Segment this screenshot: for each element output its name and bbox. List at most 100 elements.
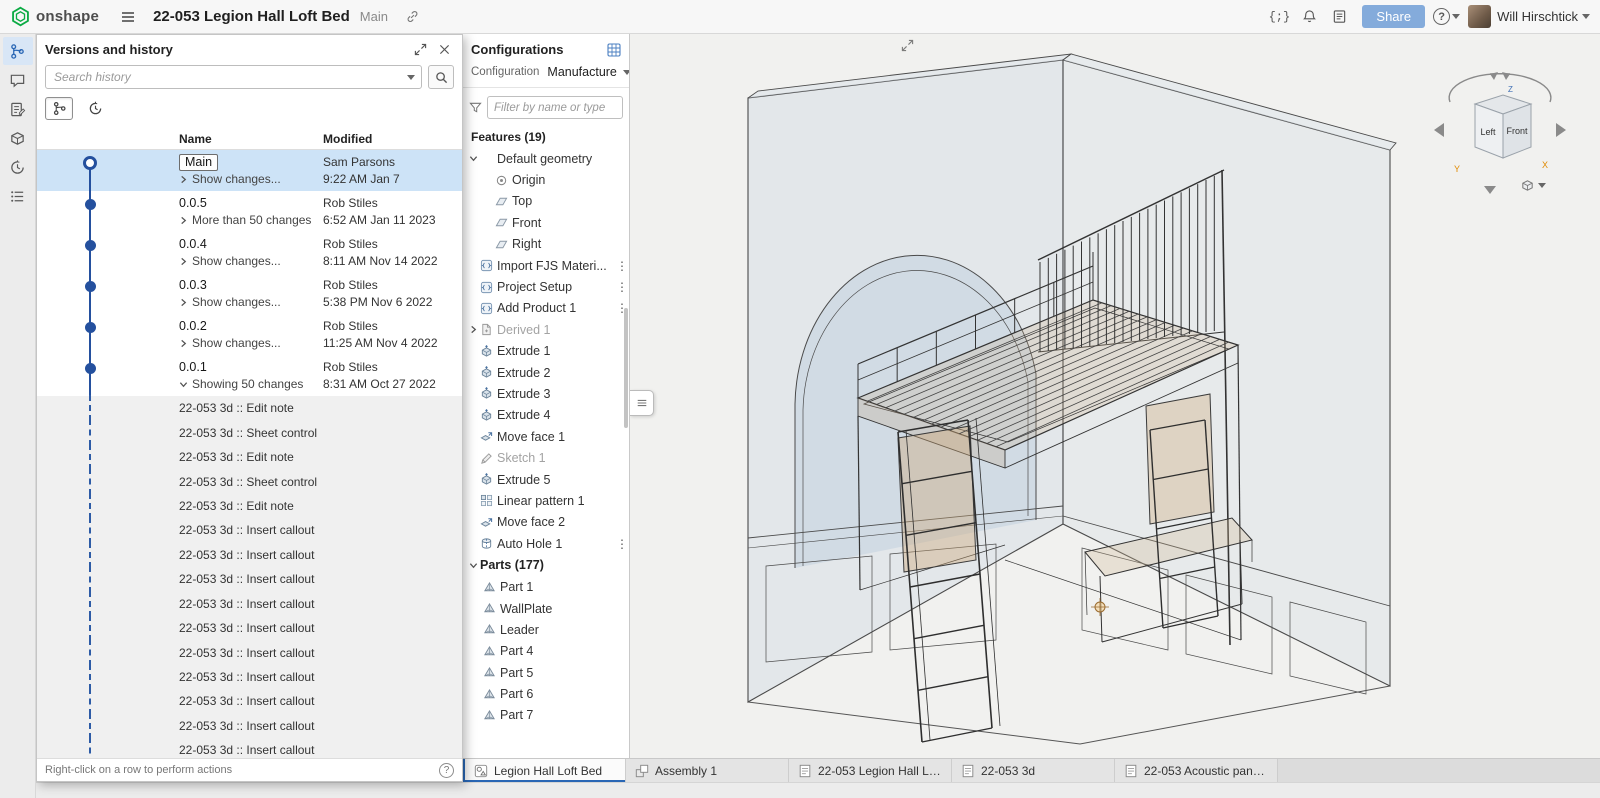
feature-list-scrollbar[interactable] <box>624 308 628 428</box>
search-dropdown-caret-icon[interactable] <box>407 75 415 80</box>
feature-filter-input[interactable] <box>487 96 623 119</box>
part-row[interactable]: Leader <box>463 619 629 640</box>
version-row[interactable]: 0.0.5 More than 50 changes Rob Stiles 6:… <box>37 191 462 232</box>
search-button[interactable] <box>428 65 454 89</box>
activity-feed-icon[interactable] <box>1326 4 1352 30</box>
version-node[interactable] <box>85 281 96 292</box>
history-change-row[interactable]: 22-053 3d :: Edit note <box>37 396 462 420</box>
history-change-row[interactable]: 22-053 3d :: Insert callout <box>37 689 462 713</box>
featurescript-icon[interactable]: {;} <box>1266 4 1292 30</box>
feature-row[interactable]: Import FJS Materi... ⋮ <box>463 255 629 276</box>
version-row[interactable]: Main Show changes... Sam Parsons 9:22 AM… <box>37 150 462 191</box>
feature-row[interactable]: Front ⋮ <box>463 212 629 233</box>
user-menu-caret-icon[interactable] <box>1582 14 1590 19</box>
history-change-row[interactable]: 22-053 3d :: Insert callout <box>37 567 462 591</box>
feature-row[interactable]: Move face 2 ⋮ <box>463 512 629 533</box>
element-tab[interactable]: 22-053 3d <box>952 759 1115 782</box>
history-change-row[interactable]: 22-053 3d :: Insert callout <box>37 640 462 664</box>
share-button[interactable]: Share <box>1362 5 1425 28</box>
feature-row[interactable]: Add Product 1 ⋮ <box>463 298 629 319</box>
element-tab[interactable]: Legion Hall Loft Bed <box>463 759 626 782</box>
part-row[interactable]: Part 7 <box>463 705 629 726</box>
feature-row[interactable]: Top ⋮ <box>463 191 629 212</box>
version-node[interactable] <box>85 240 96 251</box>
version-expander[interactable]: Show changes... <box>179 294 323 311</box>
feature-row[interactable]: Extrude 1 ⋮ <box>463 341 629 362</box>
history-change-row[interactable]: 22-053 3d :: Insert callout <box>37 518 462 542</box>
version-graph-toggle[interactable] <box>45 97 73 120</box>
history-change-row[interactable]: 22-053 3d :: Insert callout <box>37 543 462 567</box>
part-row[interactable]: WallPlate <box>463 598 629 619</box>
version-row[interactable]: 0.0.4 Show changes... Rob Stiles 8:11 AM… <box>37 232 462 273</box>
feature-row[interactable]: Extrude 5 ⋮ <box>463 469 629 490</box>
versions-history-icon[interactable] <box>3 37 33 65</box>
history-change-row[interactable]: 22-053 3d :: Insert callout <box>37 592 462 616</box>
history-clock-icon[interactable] <box>3 153 33 181</box>
history-change-row[interactable]: 22-053 3d :: Sheet control <box>37 420 462 444</box>
history-change-row[interactable]: 22-053 3d :: Edit note <box>37 445 462 469</box>
feature-list-icon[interactable] <box>3 182 33 210</box>
configured-features-table-icon[interactable] <box>607 43 621 57</box>
element-tab[interactable]: 22-053 Legion Hall Loft... <box>789 759 952 782</box>
feature-row[interactable]: Default geometry ⋮ <box>463 148 629 169</box>
history-change-row[interactable]: 22-053 3d :: Insert callout <box>37 616 462 640</box>
parts-section-header[interactable]: Parts (177) <box>463 554 629 576</box>
feature-row[interactable]: Right ⋮ <box>463 234 629 255</box>
version-node[interactable] <box>85 199 96 210</box>
feature-row[interactable]: Extrude 3 ⋮ <box>463 383 629 404</box>
parts-cube-icon[interactable] <box>3 124 33 152</box>
expand-panel-icon[interactable] <box>410 39 430 59</box>
feature-row[interactable]: Project Setup ⋮ <box>463 276 629 297</box>
feature-row[interactable]: Linear pattern 1 ⋮ <box>463 490 629 511</box>
notifications-bell-icon[interactable] <box>1296 4 1322 30</box>
history-change-row[interactable]: 22-053 3d :: Insert callout <box>37 714 462 738</box>
feature-row[interactable]: Auto Hole 1 ⋮ <box>463 533 629 554</box>
filter-icon[interactable] <box>469 101 482 114</box>
feature-overflow-menu-icon[interactable]: ⋮ <box>615 259 629 273</box>
avatar[interactable] <box>1468 5 1491 28</box>
history-change-row[interactable]: 22-053 3d :: Insert callout <box>37 665 462 689</box>
part-row[interactable]: Part 1 <box>463 576 629 597</box>
history-change-row[interactable]: 22-053 3d :: Edit note <box>37 494 462 518</box>
feature-row[interactable]: Sketch 1 ⋮ <box>463 447 629 468</box>
version-expander[interactable]: More than 50 changes <box>179 212 323 229</box>
feature-row[interactable]: Derived 1 ⋮ <box>463 319 629 340</box>
version-expander[interactable]: Show changes... <box>179 335 323 352</box>
version-node[interactable] <box>85 322 96 333</box>
feature-overflow-menu-icon[interactable]: ⋮ <box>615 280 629 294</box>
view-options-menu[interactable] <box>1520 178 1546 193</box>
version-expander[interactable]: Show changes... <box>179 253 323 270</box>
part-row[interactable]: Part 4 <box>463 641 629 662</box>
feature-row[interactable]: Extrude 2 ⋮ <box>463 362 629 383</box>
feature-row[interactable]: Move face 1 ⋮ <box>463 426 629 447</box>
onshape-logo[interactable]: onshape <box>10 6 99 27</box>
version-node[interactable] <box>85 363 96 374</box>
feature-overflow-menu-icon[interactable]: ⋮ <box>615 537 629 551</box>
view-cube[interactable]: Left Front Z Y X <box>1430 62 1570 202</box>
version-row[interactable]: 0.0.1 Showing 50 changes Rob Stiles 8:31… <box>37 355 462 396</box>
version-row[interactable]: 0.0.2 Show changes... Rob Stiles 11:25 A… <box>37 314 462 355</box>
help-menu[interactable]: ? <box>1433 8 1460 25</box>
link-icon[interactable] <box>400 4 426 30</box>
history-change-row[interactable]: 22-053 3d :: Sheet control <box>37 469 462 493</box>
version-expander[interactable]: Show changes... <box>179 171 323 188</box>
configuration-dropdown[interactable]: Manufacture <box>547 65 630 79</box>
history-change-row[interactable]: 22-053 3d :: Insert callout <box>37 738 462 758</box>
graphics-viewport[interactable]: Left Front Z Y X <box>630 34 1600 758</box>
element-tab[interactable]: 22-053 Acoustic panels <box>1115 759 1278 782</box>
history-search-input[interactable] <box>45 65 422 89</box>
comments-icon[interactable] <box>3 66 33 94</box>
element-tab[interactable]: Assembly 1 <box>626 759 789 782</box>
feature-row[interactable]: Extrude 4 ⋮ <box>463 405 629 426</box>
part-row[interactable]: Part 6 <box>463 683 629 704</box>
version-node[interactable] <box>83 156 97 170</box>
part-row[interactable]: Part 5 <box>463 662 629 683</box>
version-expander[interactable]: Showing 50 changes <box>179 376 323 393</box>
panel-collapse-icon[interactable] <box>898 36 916 54</box>
close-panel-icon[interactable] <box>434 39 454 59</box>
main-menu-icon[interactable] <box>115 4 141 30</box>
history-filter-toggle[interactable] <box>81 97 109 120</box>
version-row[interactable]: 0.0.3 Show changes... Rob Stiles 5:38 PM… <box>37 273 462 314</box>
feature-panel-handle[interactable] <box>630 390 654 416</box>
feature-row[interactable]: Origin ⋮ <box>463 169 629 190</box>
